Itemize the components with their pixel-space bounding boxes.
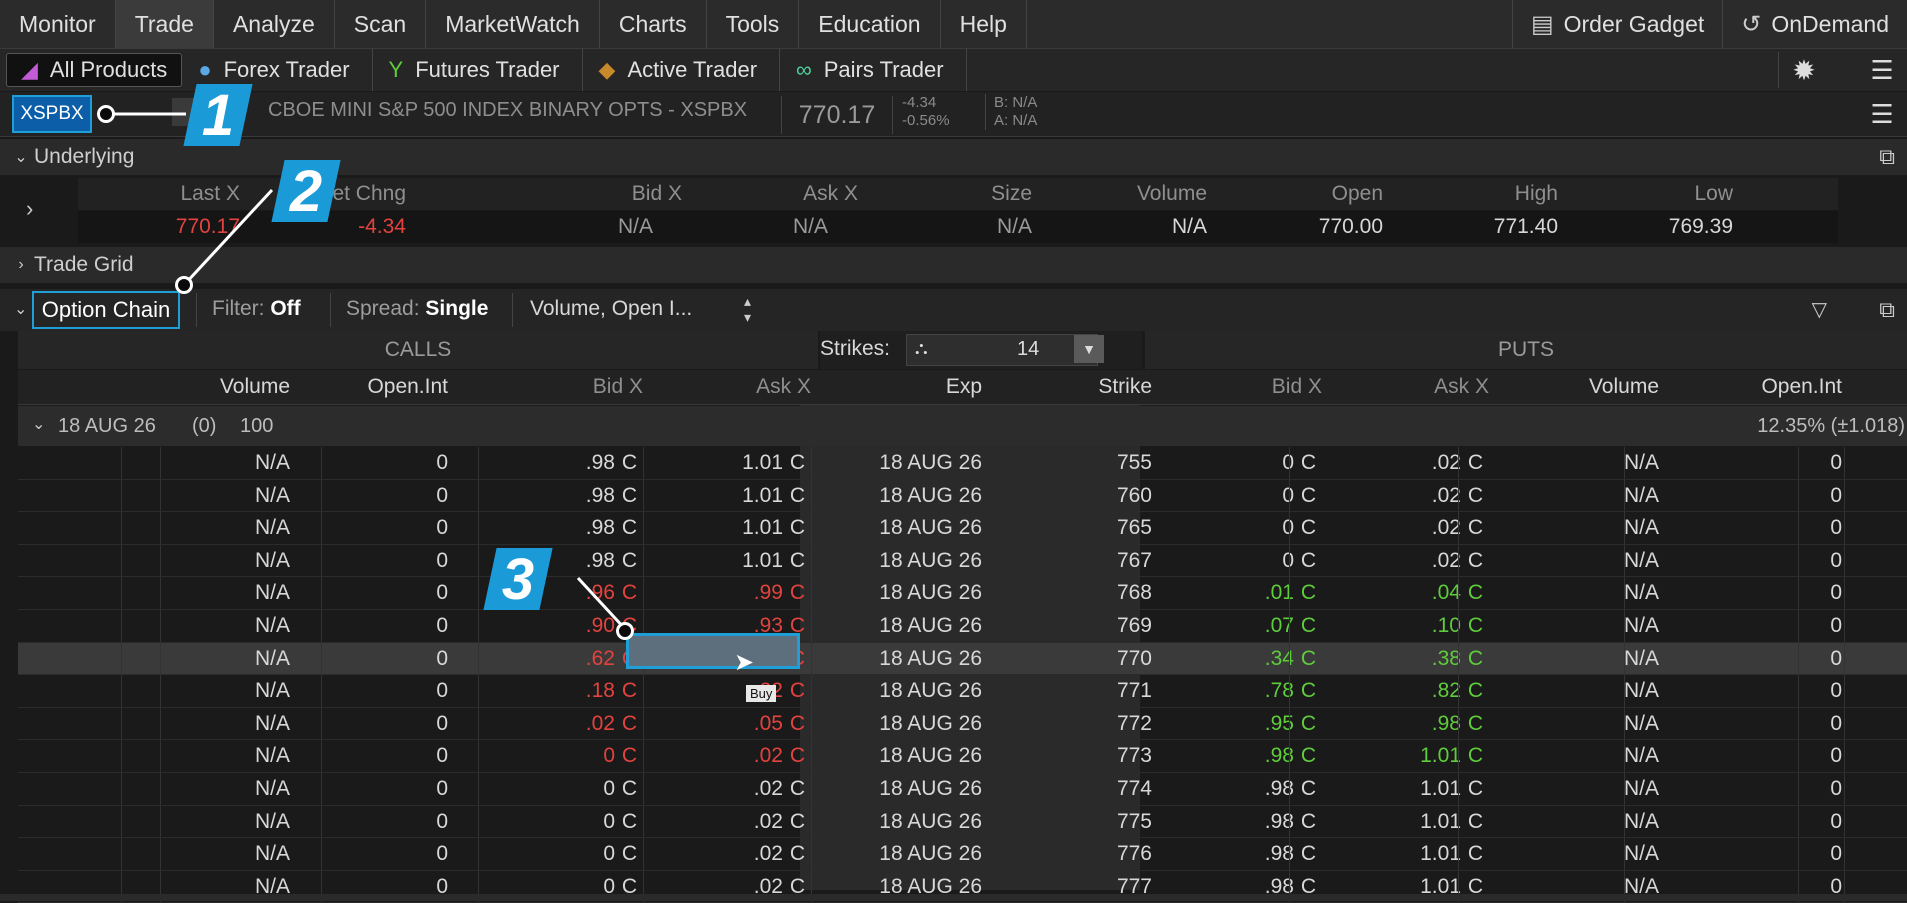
- callout-dot-1: [97, 105, 115, 123]
- callout-lines: [107, 112, 628, 632]
- bottom-border: [0, 894, 1907, 901]
- callout-dot-3: [616, 622, 634, 640]
- callout-dot-2: [175, 276, 193, 294]
